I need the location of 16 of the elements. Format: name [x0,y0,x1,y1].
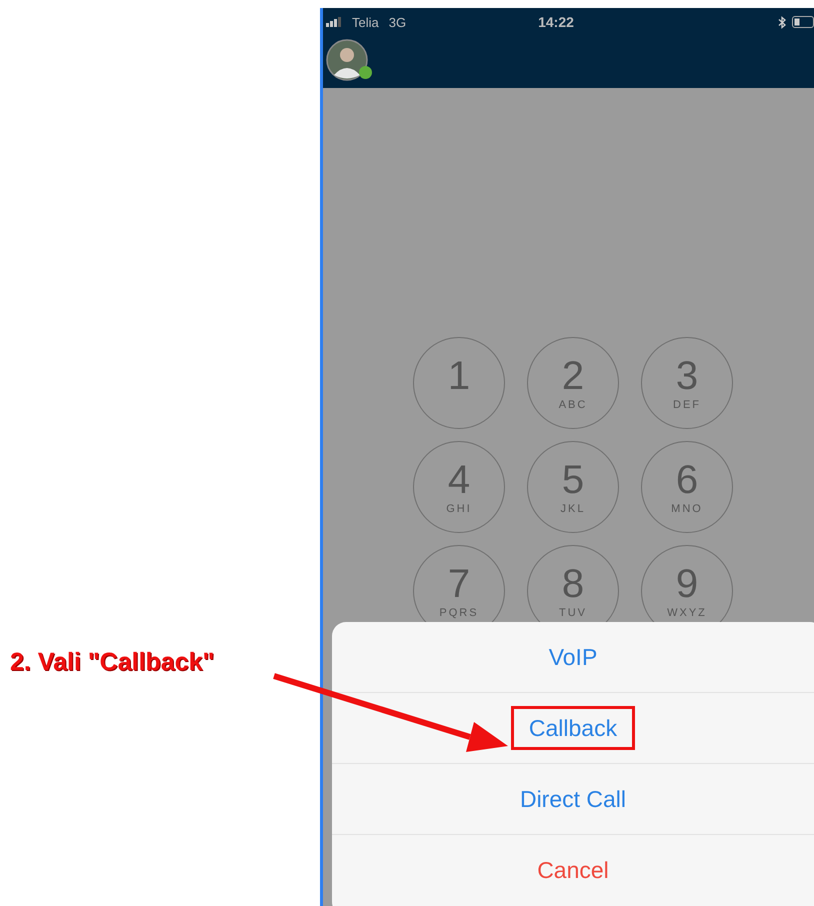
call-option[interactable]: VoIP [332,622,814,693]
network-label: 3G [388,14,406,30]
dial-key[interactable]: 2 ABC [527,337,619,429]
clock-label: 14:22 [538,14,574,30]
cancel-option[interactable]: Cancel [332,835,814,906]
dial-key[interactable]: 4 GHI [413,441,505,533]
call-option[interactable]: Direct Call [332,764,814,835]
carrier-label: Telia [352,14,379,30]
dial-key[interactable]: 3 DEF [641,337,733,429]
battery-icon [792,16,814,28]
dial-key[interactable]: 1 [413,337,505,429]
annotation-label: 2. Vali "Callback" [10,648,214,676]
bluetooth-icon [778,16,786,28]
dial-key[interactable]: 5 JKL [527,441,619,533]
dial-key[interactable]: 6 MNO [641,441,733,533]
avatar-icon[interactable] [326,39,368,81]
